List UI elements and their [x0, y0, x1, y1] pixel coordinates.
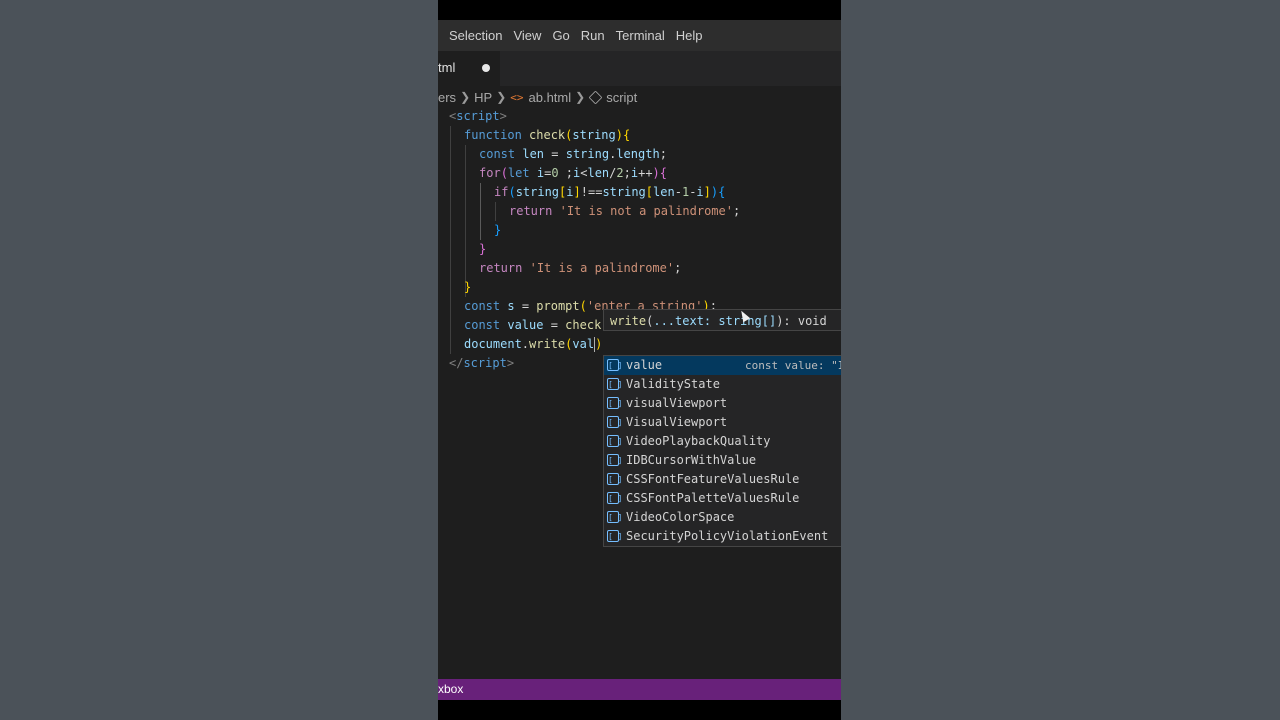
- variable-icon: [ ]: [607, 454, 623, 466]
- editor-window: Selection View Go Run Terminal Help tml …: [438, 0, 841, 720]
- suggestion-item[interactable]: [ ] IDBCursorWithValue: [604, 451, 841, 470]
- variable-icon: [ ]: [607, 435, 623, 447]
- code-line-1: <script>: [449, 109, 507, 123]
- suggestion-label: VideoPlaybackQuality: [626, 434, 771, 448]
- suggestion-widget: [ ] value const value: "I [ ] ValiditySt…: [603, 355, 841, 547]
- indent-guide: [480, 183, 481, 240]
- variable-icon: [ ]: [607, 359, 623, 371]
- breadcrumb-folder-hp[interactable]: HP: [474, 90, 492, 105]
- menu-selection[interactable]: Selection: [449, 28, 502, 43]
- indent-guide: [495, 202, 496, 221]
- code-line-14: </script>: [449, 356, 515, 370]
- indent-guide: [450, 126, 451, 354]
- breadcrumb-folder-users[interactable]: ers: [438, 90, 456, 105]
- status-bar: xbox: [438, 679, 841, 700]
- variable-icon: [ ]: [607, 378, 623, 390]
- menu-bar: Selection View Go Run Terminal Help: [438, 20, 841, 51]
- menu-run[interactable]: Run: [581, 28, 605, 43]
- chevron-right-icon: ❯: [575, 90, 586, 104]
- unsaved-dot-icon[interactable]: [482, 64, 490, 72]
- code-line-10: }: [464, 280, 472, 294]
- breadcrumb-symbol[interactable]: script: [606, 90, 637, 105]
- typed-text: val: [572, 337, 595, 351]
- variable-icon: [ ]: [607, 492, 623, 504]
- variable-icon: [ ]: [607, 473, 623, 485]
- breadcrumb: ers ❯ HP ❯ <> ab.html ❯ script: [438, 87, 841, 107]
- code-line-4: for(let i=0 ;i<len/2;i++){: [479, 166, 668, 180]
- function-param: string: [572, 128, 616, 142]
- menu-view[interactable]: View: [513, 28, 541, 43]
- chevron-right-icon: ❯: [496, 90, 507, 104]
- script-open-tag: script: [456, 109, 500, 123]
- string-literal: 'It is not a palindrome': [559, 204, 733, 218]
- variable-icon: [ ]: [607, 530, 623, 542]
- parameter-hint: write(...text: string[]): void: [603, 309, 841, 331]
- code-line-3: const len = string.length;: [479, 147, 667, 161]
- variable-icon: [ ]: [607, 511, 623, 523]
- code-line-9: return 'It is a palindrome';: [479, 261, 682, 275]
- symbol-element-icon: [588, 90, 603, 104]
- hint-param: ...text: string[]: [653, 314, 777, 328]
- hint-return: ): void: [776, 314, 827, 328]
- code-line-7: }: [494, 223, 502, 237]
- code-line-5: if(string[i]!==string[len-1-i]){: [494, 185, 726, 199]
- code-line-8: }: [479, 242, 487, 256]
- variable-icon: [ ]: [607, 397, 623, 409]
- suggestion-label: CSSFontFeatureValuesRule: [626, 472, 800, 486]
- chevron-right-icon: ❯: [460, 90, 471, 104]
- suggestion-item[interactable]: [ ] SecurityPolicyViolationEvent: [604, 527, 841, 546]
- suggestion-item[interactable]: [ ] VisualViewport: [604, 413, 841, 432]
- function-name: check: [529, 128, 566, 142]
- video-letterbox-bottom: [438, 700, 841, 720]
- breadcrumb-file[interactable]: ab.html: [529, 90, 572, 105]
- video-letterbox-top: [438, 0, 841, 20]
- code-line-2: function check(string){: [464, 128, 631, 142]
- variable-icon: [ ]: [607, 416, 623, 428]
- suggestion-label: visualViewport: [626, 396, 728, 410]
- suggestion-label: VideoColorSpace: [626, 510, 735, 524]
- menu-go[interactable]: Go: [552, 28, 569, 43]
- suggestion-label: ValidityState: [626, 377, 720, 391]
- menu-terminal[interactable]: Terminal: [616, 28, 665, 43]
- suggestion-item[interactable]: [ ] VideoPlaybackQuality: [604, 432, 841, 451]
- suggestion-label: IDBCursorWithValue: [626, 453, 757, 467]
- suggestion-item[interactable]: [ ] visualViewport: [604, 394, 841, 413]
- tab-label: tml: [438, 60, 456, 75]
- suggestion-label: SecurityPolicyViolationEvent: [626, 529, 829, 543]
- html-file-icon: <>: [510, 90, 524, 104]
- suggestion-label: VisualViewport: [626, 415, 728, 429]
- code-line-13: document.write(val): [464, 337, 603, 352]
- suggestion-label: CSSFontPaletteValuesRule: [626, 491, 800, 505]
- suggestion-detail: const value: "I: [745, 359, 841, 372]
- string-literal: 'It is a palindrome': [529, 261, 675, 275]
- script-close-tag: script: [463, 356, 507, 370]
- suggestion-item[interactable]: [ ] CSSFontFeatureValuesRule: [604, 470, 841, 489]
- hint-function-name: write: [610, 314, 647, 328]
- suggestion-item[interactable]: [ ] CSSFontPaletteValuesRule: [604, 489, 841, 508]
- tab-bar: tml: [438, 51, 841, 86]
- suggestion-label: value: [626, 358, 663, 372]
- suggestion-item[interactable]: [ ] VideoColorSpace: [604, 508, 841, 527]
- indent-guide: [465, 145, 466, 297]
- suggestion-item-selected[interactable]: [ ] value const value: "I: [604, 356, 841, 375]
- status-item-left[interactable]: xbox: [438, 682, 463, 696]
- suggestion-item[interactable]: [ ] ValidityState: [604, 375, 841, 394]
- menu-help[interactable]: Help: [676, 28, 703, 43]
- code-line-6: return 'It is not a palindrome';: [509, 204, 741, 218]
- tab-ab-html[interactable]: tml: [438, 51, 500, 86]
